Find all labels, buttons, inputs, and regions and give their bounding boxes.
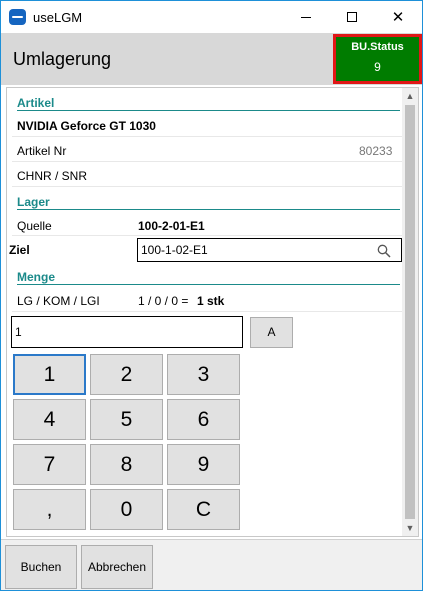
page-title: Umlagerung	[13, 49, 112, 69]
minimize-button[interactable]	[283, 1, 329, 33]
ziel-input[interactable]: 100-1-02-E1	[137, 238, 402, 262]
quantity-input[interactable]: 1	[11, 316, 243, 348]
menge-total: 1 stk	[197, 294, 225, 308]
footer-bar: Buchen Abbrechen	[1, 539, 422, 590]
scroll-thumb[interactable]	[405, 105, 415, 519]
close-button[interactable]: ✕	[375, 1, 421, 33]
bu-status-badge[interactable]: BU.Status 9	[333, 34, 422, 84]
minimize-icon	[301, 17, 311, 18]
bu-status-value: 9	[374, 60, 381, 74]
row-divider	[12, 161, 402, 162]
row-divider	[12, 186, 402, 187]
form-content: Artikel NVIDIA Geforce GT 1030 Artikel N…	[6, 87, 419, 537]
key-7[interactable]: 7	[13, 444, 86, 485]
section-divider	[17, 284, 400, 285]
menge-values: 1 / 0 / 0 =	[138, 294, 189, 308]
row-divider	[12, 235, 402, 236]
bu-status-label: BU.Status	[351, 41, 404, 53]
row-divider	[12, 136, 402, 137]
article-name: NVIDIA Geforce GT 1030	[17, 119, 156, 133]
section-artikel: Artikel	[17, 96, 55, 110]
key-6[interactable]: 6	[167, 399, 240, 440]
quelle-value: 100-2-01-E1	[138, 219, 205, 233]
abbrechen-button[interactable]: Abbrechen	[81, 545, 153, 589]
scroll-down-icon[interactable]: ▼	[402, 520, 418, 536]
quantity-input-value: 1	[15, 325, 22, 339]
section-menge: Menge	[17, 270, 56, 284]
key-5[interactable]: 5	[90, 399, 163, 440]
ziel-label: Ziel	[9, 243, 30, 257]
chnr-snr-label: CHNR / SNR	[17, 169, 88, 183]
a-button[interactable]: A	[250, 317, 293, 348]
search-icon[interactable]	[377, 244, 391, 258]
window-title: useLGM	[33, 10, 83, 25]
app-window: useLGM ✕ Umlagerung BU.Status 9 Artikel …	[0, 0, 423, 591]
key-4[interactable]: 4	[13, 399, 86, 440]
article-nr-label: Artikel Nr	[17, 144, 67, 158]
app-logo-icon	[9, 9, 26, 25]
title-bar: useLGM ✕	[1, 1, 422, 33]
key-comma[interactable]: ,	[13, 489, 86, 530]
key-clear[interactable]: C	[167, 489, 240, 530]
row-divider	[12, 311, 402, 312]
section-divider	[17, 209, 400, 210]
ziel-input-value: 100-1-02-E1	[141, 243, 208, 257]
key-8[interactable]: 8	[90, 444, 163, 485]
key-2[interactable]: 2	[90, 354, 163, 395]
maximize-icon	[347, 12, 357, 22]
buchen-button[interactable]: Buchen	[5, 545, 77, 589]
quelle-label: Quelle	[17, 219, 52, 233]
key-0[interactable]: 0	[90, 489, 163, 530]
article-nr-value: 80233	[359, 144, 393, 158]
section-lager: Lager	[17, 195, 50, 209]
vertical-scrollbar[interactable]: ▲ ▼	[402, 88, 418, 536]
page-header: Umlagerung BU.Status 9	[1, 33, 422, 85]
key-9[interactable]: 9	[167, 444, 240, 485]
key-3[interactable]: 3	[167, 354, 240, 395]
key-1[interactable]: 1	[13, 354, 86, 395]
scroll-up-icon[interactable]: ▲	[402, 88, 418, 104]
maximize-button[interactable]	[329, 1, 375, 33]
menge-label: LG / KOM / LGI	[17, 294, 100, 308]
section-divider	[17, 110, 400, 111]
